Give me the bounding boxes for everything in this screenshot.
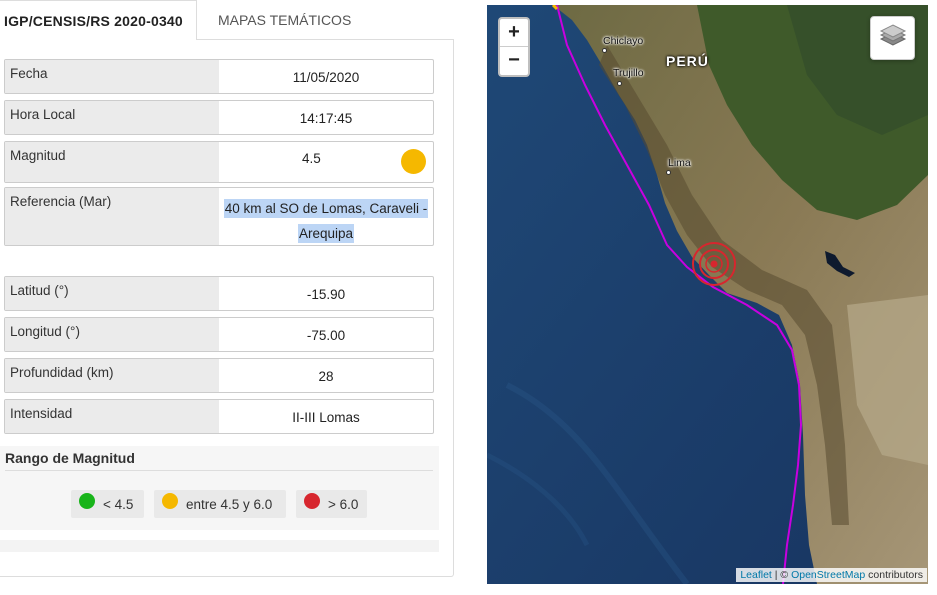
red-dot-icon [304, 493, 320, 509]
city-label-trujillo: Trujillo [613, 67, 644, 79]
row-value: II-III Lomas [292, 410, 360, 425]
row-referencia: Referencia (Mar) 40 km al SO de Lomas, C… [4, 187, 434, 246]
row-value: 14:17:45 [299, 111, 353, 126]
row-profundidad: Profundidad (km) 28 [4, 358, 434, 393]
range-chip-label: < 4.5 [103, 497, 134, 512]
row-label: Longitud (°) [5, 318, 219, 351]
osm-link[interactable]: OpenStreetMap [791, 569, 865, 581]
range-chip-label: > 6.0 [328, 497, 359, 512]
row-label: Intensidad [5, 400, 219, 433]
row-value: 40 km al SO de Lomas, Caraveli - Arequip… [219, 188, 433, 245]
magnitude-range-title: Rango de Magnitud [5, 450, 135, 466]
attribution-suffix: contributors [865, 569, 923, 581]
row-label: Hora Local [5, 101, 219, 134]
row-intensidad: Intensidad II-III Lomas [4, 399, 434, 434]
layers-button[interactable] [870, 16, 915, 60]
row-fecha: Fecha 11/05/2020 [4, 59, 434, 94]
tab-report[interactable]: IGP/CENSIS/RS 2020-0340 [0, 0, 197, 40]
map-canvas [487, 5, 928, 584]
reference-line-2: Arequipa [297, 224, 355, 243]
city-dot [617, 81, 622, 86]
country-label: PERÚ [666, 53, 709, 69]
row-value: -15.90 [306, 287, 346, 302]
row-value: 11/05/2020 [292, 70, 360, 85]
tab-bar: IGP/CENSIS/RS 2020-0340 MAPAS TEMÁTICOS [0, 0, 454, 40]
row-label: Latitud (°) [5, 277, 219, 310]
range-chip-label: entre 4.5 y 6.0 [186, 497, 273, 512]
row-value: -75.00 [306, 328, 346, 343]
range-chip-low: < 4.5 [71, 490, 144, 518]
row-label: Referencia (Mar) [5, 188, 219, 245]
row-label: Profundidad (km) [5, 359, 219, 392]
tab-thematic-maps[interactable]: MAPAS TEMÁTICOS [197, 0, 454, 40]
yellow-dot-icon [162, 493, 178, 509]
green-dot-icon [79, 493, 95, 509]
magnitude-indicator-dot [401, 149, 426, 174]
zoom-control: + − [498, 17, 530, 77]
row-label: Magnitud [5, 142, 219, 182]
layers-icon [879, 24, 907, 46]
map-attribution: Leaflet | © OpenStreetMap contributors [736, 568, 927, 582]
row-magnitud: Magnitud 4.5 [4, 141, 434, 183]
range-chip-mid: entre 4.5 y 6.0 [154, 490, 286, 518]
attribution-sep: | © [771, 569, 792, 581]
city-label-chiclayo: Chiclayo [603, 35, 644, 47]
row-latitud: Latitud (°) -15.90 [4, 276, 434, 311]
city-label-lima: Lima [668, 157, 691, 169]
row-hora-local: Hora Local 14:17:45 [4, 100, 434, 135]
row-longitud: Longitud (°) -75.00 [4, 317, 434, 352]
divider [5, 470, 433, 471]
epicenter-marker[interactable] [692, 242, 736, 286]
row-value: 28 [318, 369, 334, 384]
map-view[interactable]: Chiclayo Trujillo Lima PERÚ [487, 5, 928, 584]
reference-line-1: 40 km al SO de Lomas, Caraveli - [223, 199, 429, 218]
range-chip-high: > 6.0 [296, 490, 367, 518]
leaflet-link[interactable]: Leaflet [740, 569, 772, 581]
city-dot [602, 48, 607, 53]
zoom-in-button[interactable]: + [500, 19, 528, 47]
row-label: Fecha [5, 60, 219, 93]
panel-footer-strip [0, 540, 439, 552]
zoom-out-button[interactable]: − [500, 47, 528, 75]
city-dot [666, 170, 671, 175]
